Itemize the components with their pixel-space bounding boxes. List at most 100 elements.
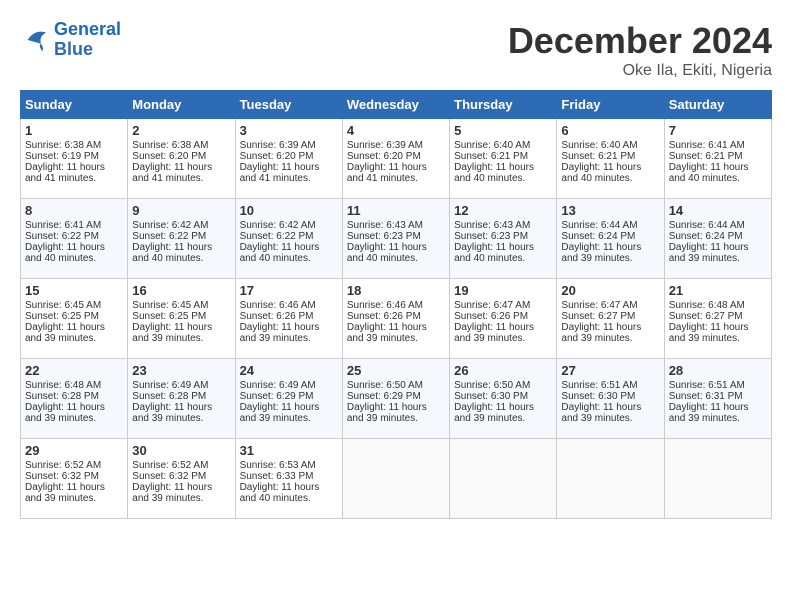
- day-info: Daylight: 11 hours and 39 minutes.: [669, 242, 767, 264]
- day-number: 11: [347, 203, 445, 218]
- day-info: Sunrise: 6:48 AM: [25, 380, 123, 391]
- title-area: December 2024 Oke Ila, Ekiti, Nigeria: [508, 20, 772, 80]
- day-info: Sunset: 6:32 PM: [132, 471, 230, 482]
- day-info: Sunset: 6:24 PM: [669, 231, 767, 242]
- day-number: 16: [132, 283, 230, 298]
- day-number: 14: [669, 203, 767, 218]
- day-info: Daylight: 11 hours and 40 minutes.: [240, 242, 338, 264]
- day-info: Daylight: 11 hours and 41 minutes.: [132, 162, 230, 184]
- day-info: Sunrise: 6:38 AM: [132, 140, 230, 151]
- calendar-cell: 13Sunrise: 6:44 AMSunset: 6:24 PMDayligh…: [557, 199, 664, 279]
- day-info: Sunset: 6:28 PM: [132, 391, 230, 402]
- day-number: 27: [561, 363, 659, 378]
- day-number: 22: [25, 363, 123, 378]
- day-info: Sunrise: 6:49 AM: [240, 380, 338, 391]
- calendar-cell: 6Sunrise: 6:40 AMSunset: 6:21 PMDaylight…: [557, 119, 664, 199]
- day-info: Daylight: 11 hours and 39 minutes.: [240, 402, 338, 424]
- calendar-cell: 24 Sunrise: 6:49 AMSunset: 6:29 PMDayligh…: [235, 359, 342, 439]
- day-info: Daylight: 11 hours and 40 minutes.: [561, 162, 659, 184]
- day-info: Sunset: 6:29 PM: [240, 391, 338, 402]
- calendar-cell: 28Sunrise: 6:51 AMSunset: 6:31 PMDayligh…: [664, 359, 771, 439]
- day-info: Sunrise: 6:40 AM: [561, 140, 659, 151]
- day-info: Daylight: 11 hours and 39 minutes.: [25, 482, 123, 504]
- day-info: Daylight: 11 hours and 39 minutes.: [347, 402, 445, 424]
- day-info: Sunrise: 6:38 AM: [25, 140, 123, 151]
- calendar-cell: 2Sunrise: 6:38 AMSunset: 6:20 PMDaylight…: [128, 119, 235, 199]
- calendar-cell: 9Sunrise: 6:42 AMSunset: 6:22 PMDaylight…: [128, 199, 235, 279]
- day-info: Sunset: 6:19 PM: [25, 151, 123, 162]
- weekday-header: Monday: [128, 91, 235, 119]
- calendar-cell: 27Sunrise: 6:51 AMSunset: 6:30 PMDayligh…: [557, 359, 664, 439]
- day-info: Daylight: 11 hours and 41 minutes.: [240, 162, 338, 184]
- day-number: 5: [454, 123, 552, 138]
- calendar-cell: [342, 439, 449, 519]
- calendar-cell: 25Sunrise: 6:50 AMSunset: 6:29 PMDayligh…: [342, 359, 449, 439]
- day-info: Sunrise: 6:50 AM: [454, 380, 552, 391]
- location: Oke Ila, Ekiti, Nigeria: [508, 62, 772, 80]
- day-info: Daylight: 11 hours and 41 minutes.: [347, 162, 445, 184]
- day-number: 3: [240, 123, 338, 138]
- day-info: Sunrise: 6:47 AM: [454, 300, 552, 311]
- day-info: Daylight: 11 hours and 39 minutes.: [132, 402, 230, 424]
- day-info: Sunset: 6:30 PM: [454, 391, 552, 402]
- calendar-cell: 15Sunrise: 6:45 AMSunset: 6:25 PMDayligh…: [21, 279, 128, 359]
- day-info: Sunrise: 6:43 AM: [347, 220, 445, 231]
- day-info: Sunset: 6:27 PM: [561, 311, 659, 322]
- day-info: Sunrise: 6:46 AM: [347, 300, 445, 311]
- calendar-cell: 19Sunrise: 6:47 AMSunset: 6:26 PMDayligh…: [450, 279, 557, 359]
- day-info: Sunset: 6:21 PM: [454, 151, 552, 162]
- calendar-cell: 23Sunrise: 6:49 AMSunset: 6:28 PMDayligh…: [128, 359, 235, 439]
- day-info: Sunset: 6:26 PM: [347, 311, 445, 322]
- calendar-week-row: 1Sunrise: 6:38 AMSunset: 6:19 PMDaylight…: [21, 119, 772, 199]
- day-number: 24: [240, 363, 338, 378]
- calendar-week-row: 22Sunrise: 6:48 AMSunset: 6:28 PMDayligh…: [21, 359, 772, 439]
- day-number: 18: [347, 283, 445, 298]
- day-info: Sunrise: 6:52 AM: [25, 460, 123, 471]
- day-info: Sunrise: 6:45 AM: [132, 300, 230, 311]
- calendar-cell: 10Sunrise: 6:42 AMSunset: 6:22 PMDayligh…: [235, 199, 342, 279]
- day-info: Sunset: 6:23 PM: [347, 231, 445, 242]
- day-info: Daylight: 11 hours and 40 minutes.: [132, 242, 230, 264]
- day-number: 9: [132, 203, 230, 218]
- day-info: Daylight: 11 hours and 39 minutes.: [132, 322, 230, 344]
- calendar-cell: 11Sunrise: 6:43 AMSunset: 6:23 PMDayligh…: [342, 199, 449, 279]
- day-info: Sunrise: 6:52 AM: [132, 460, 230, 471]
- day-number: 31: [240, 443, 338, 458]
- calendar-cell: 30Sunrise: 6:52 AMSunset: 6:32 PMDayligh…: [128, 439, 235, 519]
- day-info: Sunset: 6:29 PM: [347, 391, 445, 402]
- page-header: General Blue December 2024 Oke Ila, Ekit…: [20, 20, 772, 80]
- day-info: Sunrise: 6:41 AM: [669, 140, 767, 151]
- day-number: 4: [347, 123, 445, 138]
- day-info: Sunrise: 6:51 AM: [561, 380, 659, 391]
- day-info: Sunrise: 6:45 AM: [25, 300, 123, 311]
- day-info: Sunrise: 6:50 AM: [347, 380, 445, 391]
- day-number: 13: [561, 203, 659, 218]
- day-info: Daylight: 11 hours and 39 minutes.: [454, 322, 552, 344]
- day-info: Sunset: 6:26 PM: [240, 311, 338, 322]
- calendar-cell: 3Sunrise: 6:39 AMSunset: 6:20 PMDaylight…: [235, 119, 342, 199]
- calendar-cell: 16Sunrise: 6:45 AMSunset: 6:25 PMDayligh…: [128, 279, 235, 359]
- calendar-cell: 8Sunrise: 6:41 AMSunset: 6:22 PMDaylight…: [21, 199, 128, 279]
- day-number: 26: [454, 363, 552, 378]
- calendar-week-row: 15Sunrise: 6:45 AMSunset: 6:25 PMDayligh…: [21, 279, 772, 359]
- day-info: Sunrise: 6:43 AM: [454, 220, 552, 231]
- day-info: Sunrise: 6:41 AM: [25, 220, 123, 231]
- day-info: Sunrise: 6:42 AM: [240, 220, 338, 231]
- day-info: Sunset: 6:21 PM: [669, 151, 767, 162]
- day-info: Sunset: 6:31 PM: [669, 391, 767, 402]
- calendar-week-row: 29Sunrise: 6:52 AMSunset: 6:32 PMDayligh…: [21, 439, 772, 519]
- day-info: Daylight: 11 hours and 40 minutes.: [454, 162, 552, 184]
- calendar-cell: 26Sunrise: 6:50 AMSunset: 6:30 PMDayligh…: [450, 359, 557, 439]
- day-info: Daylight: 11 hours and 39 minutes.: [669, 322, 767, 344]
- day-info: Sunrise: 6:39 AM: [347, 140, 445, 151]
- header-row: SundayMondayTuesdayWednesdayThursdayFrid…: [21, 91, 772, 119]
- weekday-header: Tuesday: [235, 91, 342, 119]
- day-info: Daylight: 11 hours and 39 minutes.: [240, 322, 338, 344]
- day-info: Daylight: 11 hours and 41 minutes.: [25, 162, 123, 184]
- day-number: 28: [669, 363, 767, 378]
- logo-text: General Blue: [54, 20, 121, 60]
- day-info: Sunrise: 6:40 AM: [454, 140, 552, 151]
- day-number: 15: [25, 283, 123, 298]
- calendar-table: SundayMondayTuesdayWednesdayThursdayFrid…: [20, 90, 772, 519]
- day-number: 23: [132, 363, 230, 378]
